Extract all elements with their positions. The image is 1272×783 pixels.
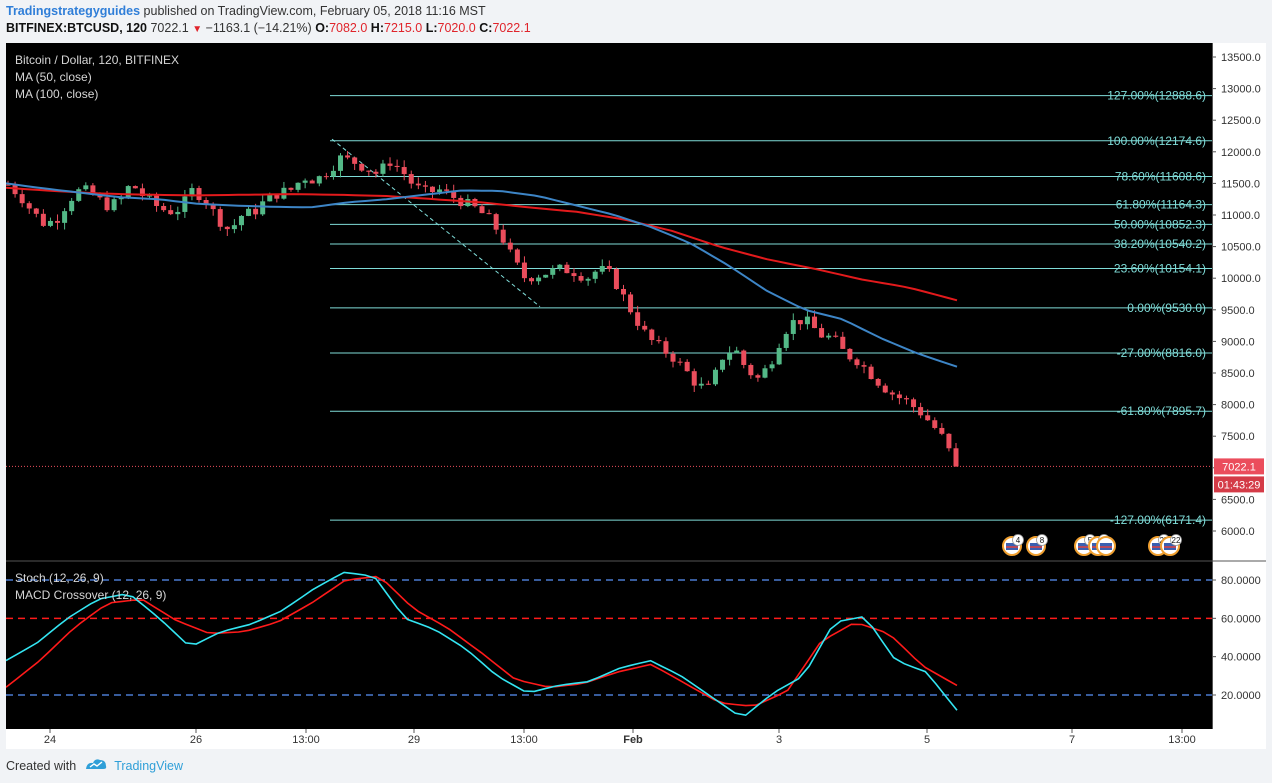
high-value: 7215.0 xyxy=(384,21,423,35)
tradingview-brand[interactable]: TradingView xyxy=(114,759,183,773)
ohlc-line: BITFINEX:BTCUSD, 120 7022.1 ▼ −1163.1 (−… xyxy=(6,20,531,38)
chart-area[interactable] xyxy=(6,43,1212,729)
last-price: 7022.1 xyxy=(150,21,189,35)
created-with-text: Created with xyxy=(6,758,77,773)
chart-header: Tradingstrategyguides published on Tradi… xyxy=(6,3,531,38)
indicator-legend: Stoch (12, 26, 9) MACD Crossover (12, 26… xyxy=(15,570,166,604)
close-label: C: xyxy=(479,21,493,35)
close-value: 7022.1 xyxy=(492,21,531,35)
low-value: 7020.0 xyxy=(437,21,476,35)
author-link[interactable]: Tradingstrategyguides xyxy=(6,4,140,18)
legend-title: Bitcoin / Dollar, 120, BITFINEX xyxy=(15,53,180,67)
publish-line: Tradingstrategyguides published on Tradi… xyxy=(6,3,531,20)
legend-macd[interactable]: MACD Crossover (12, 26, 9) xyxy=(15,587,166,604)
open-value: 7082.0 xyxy=(329,21,368,35)
open-label: O: xyxy=(315,21,330,35)
tradingview-logo-icon xyxy=(84,757,108,774)
time-axis[interactable] xyxy=(6,729,1266,749)
legend-ma100[interactable]: MA (100, close) xyxy=(15,86,179,103)
legend-stoch[interactable]: Stoch (12, 26, 9) xyxy=(15,570,166,587)
price-change: −1163.1 (−14.21%) xyxy=(205,21,312,35)
footer: Created with TradingView xyxy=(6,757,183,774)
high-label: H: xyxy=(370,21,384,35)
low-label: L: xyxy=(425,21,438,35)
price-axis[interactable] xyxy=(1212,43,1266,729)
symbol-label: BITFINEX:BTCUSD, 120 xyxy=(6,21,147,35)
main-legend: Bitcoin / Dollar, 120, BITFINEX MA (50, … xyxy=(15,52,179,103)
published-text: published on TradingView.com, February 0… xyxy=(143,4,486,18)
legend-ma50[interactable]: MA (50, close) xyxy=(15,69,179,86)
down-arrow-icon: ▼ xyxy=(192,24,203,35)
